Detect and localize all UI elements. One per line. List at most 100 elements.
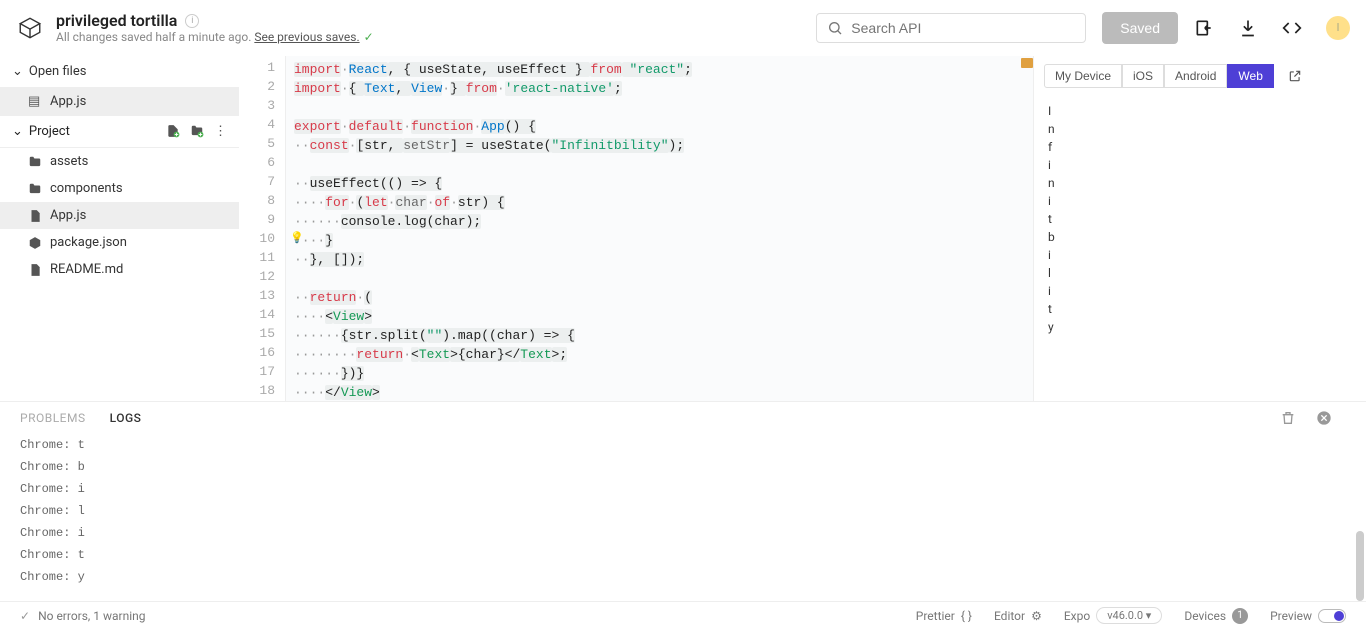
- preview-char: i: [1048, 156, 1352, 174]
- project-item[interactable]: components: [0, 175, 239, 202]
- main-area: ⌄ Open files ▤ App.js ⌄ Project ⋮ assets c…: [0, 56, 1366, 401]
- log-line: Chrome: i: [20, 478, 1346, 500]
- project-item-label: components: [50, 181, 123, 196]
- close-panel-icon[interactable]: [1316, 410, 1332, 426]
- prettier-status[interactable]: Prettier { }: [916, 609, 972, 623]
- preview-char: t: [1048, 300, 1352, 318]
- devices-status[interactable]: Devices 1: [1184, 608, 1248, 624]
- download-icon[interactable]: [1238, 18, 1258, 38]
- device-tab-my-device[interactable]: My Device: [1044, 64, 1122, 88]
- check-icon: ✓: [364, 30, 374, 44]
- bottom-panel: PROBLEMS LOGS Chrome: tChrome: bChrome: …: [0, 401, 1366, 601]
- preview-pane: My DeviceiOSAndroidWeb Infinitbility: [1033, 56, 1366, 401]
- file-name-label: App.js: [50, 94, 86, 109]
- chevron-down-icon: ⌄: [12, 64, 23, 79]
- pkg-icon: [28, 236, 42, 250]
- export-icon[interactable]: [1194, 18, 1214, 38]
- editor-status[interactable]: Editor ⚙: [994, 609, 1042, 623]
- project-header[interactable]: ⌄ Project ⋮: [0, 115, 239, 148]
- preview-char: i: [1048, 282, 1352, 300]
- preview-char: l: [1048, 264, 1352, 282]
- save-status: All changes saved half a minute ago. See…: [56, 30, 374, 44]
- preview-char: t: [1048, 210, 1352, 228]
- project-item-label: README.md: [50, 262, 123, 277]
- avatar[interactable]: I: [1326, 16, 1350, 40]
- open-file-item[interactable]: ▤ App.js: [0, 88, 239, 115]
- log-line: Chrome: l: [20, 500, 1346, 522]
- scrollbar-thumb[interactable]: [1356, 531, 1364, 601]
- new-folder-icon[interactable]: [190, 124, 204, 139]
- device-tab-ios[interactable]: iOS: [1122, 64, 1164, 88]
- project-item[interactable]: assets: [0, 148, 239, 175]
- braces-icon: { }: [961, 609, 972, 623]
- preview-char: I: [1048, 102, 1352, 120]
- open-files-label: Open files: [29, 64, 87, 79]
- lightbulb-icon[interactable]: 💡: [290, 231, 304, 245]
- editor-code[interactable]: import·React, { useState, useEffect } fr…: [286, 56, 1033, 401]
- popout-icon[interactable]: [1288, 69, 1302, 83]
- preview-toggle[interactable]: [1318, 609, 1346, 623]
- log-line: Chrome: t: [20, 434, 1346, 456]
- device-tab-android[interactable]: Android: [1164, 64, 1227, 88]
- header-actions: I: [1194, 16, 1350, 40]
- more-icon[interactable]: ⋮: [214, 124, 227, 139]
- device-tabs: My DeviceiOSAndroidWeb: [1034, 56, 1366, 96]
- project-title[interactable]: privileged tortilla: [56, 11, 177, 30]
- folder-icon: [28, 155, 42, 169]
- status-check-icon: ✓: [20, 609, 30, 623]
- title-area: privileged tortilla i All changes saved …: [56, 11, 374, 44]
- snack-logo[interactable]: [16, 14, 44, 42]
- preview-output: Infinitbility: [1034, 96, 1366, 401]
- project-item[interactable]: package.json: [0, 229, 239, 256]
- code-editor[interactable]: 123456789101112131415161718 import·React…: [240, 56, 1033, 401]
- log-line: Chrome: i: [20, 522, 1346, 544]
- project-item-label: package.json: [50, 235, 127, 250]
- folder-icon: [28, 182, 42, 196]
- project-label: Project: [29, 124, 70, 139]
- project-item-label: App.js: [50, 208, 86, 223]
- status-bar: ✓ No errors, 1 warning Prettier { } Edit…: [0, 601, 1366, 629]
- log-output[interactable]: Chrome: tChrome: bChrome: iChrome: lChro…: [0, 434, 1366, 601]
- log-line: Chrome: b: [20, 456, 1346, 478]
- save-status-text: All changes saved half a minute ago.: [56, 30, 254, 44]
- project-item[interactable]: App.js: [0, 202, 239, 229]
- minimap-marker: [1021, 58, 1033, 68]
- saved-button[interactable]: Saved: [1102, 12, 1178, 44]
- js-file-icon: ▤: [28, 94, 42, 109]
- info-icon[interactable]: i: [185, 14, 199, 28]
- preview-char: y: [1048, 318, 1352, 336]
- preview-status[interactable]: Preview: [1270, 609, 1346, 623]
- editor-gutter: 123456789101112131415161718: [240, 56, 286, 401]
- device-tab-web[interactable]: Web: [1227, 64, 1273, 88]
- embed-icon[interactable]: [1282, 18, 1302, 38]
- problems-tab[interactable]: PROBLEMS: [20, 411, 86, 425]
- panel-tabs: PROBLEMS LOGS: [0, 402, 1366, 434]
- md-icon: [28, 263, 42, 277]
- preview-char: b: [1048, 228, 1352, 246]
- preview-char: i: [1048, 192, 1352, 210]
- new-file-icon[interactable]: [166, 124, 180, 139]
- search-icon: [827, 20, 843, 36]
- sidebar: ⌄ Open files ▤ App.js ⌄ Project ⋮ assets c…: [0, 56, 240, 401]
- project-item-label: assets: [50, 154, 88, 169]
- trash-icon[interactable]: [1280, 410, 1296, 426]
- header: privileged tortilla i All changes saved …: [0, 0, 1366, 56]
- open-files-header[interactable]: ⌄ Open files: [0, 56, 239, 88]
- logs-tab[interactable]: LOGS: [110, 411, 142, 425]
- devices-badge: 1: [1232, 608, 1248, 624]
- status-errors-text[interactable]: No errors, 1 warning: [38, 609, 145, 623]
- preview-char: i: [1048, 246, 1352, 264]
- search-api-box[interactable]: [816, 13, 1086, 43]
- expo-status[interactable]: Expo v46.0.0 ▾: [1064, 607, 1162, 624]
- chevron-down-icon: ⌄: [12, 124, 23, 139]
- preview-char: n: [1048, 174, 1352, 192]
- previous-saves-link[interactable]: See previous saves.: [254, 30, 359, 44]
- expo-version-pill[interactable]: v46.0.0 ▾: [1096, 607, 1162, 624]
- log-line: Chrome: y: [20, 566, 1346, 588]
- gear-icon: ⚙: [1031, 609, 1042, 623]
- search-input[interactable]: [851, 20, 1075, 36]
- log-line: Chrome: t: [20, 544, 1346, 566]
- project-item[interactable]: README.md: [0, 256, 239, 283]
- preview-char: n: [1048, 120, 1352, 138]
- js-icon: [28, 209, 42, 223]
